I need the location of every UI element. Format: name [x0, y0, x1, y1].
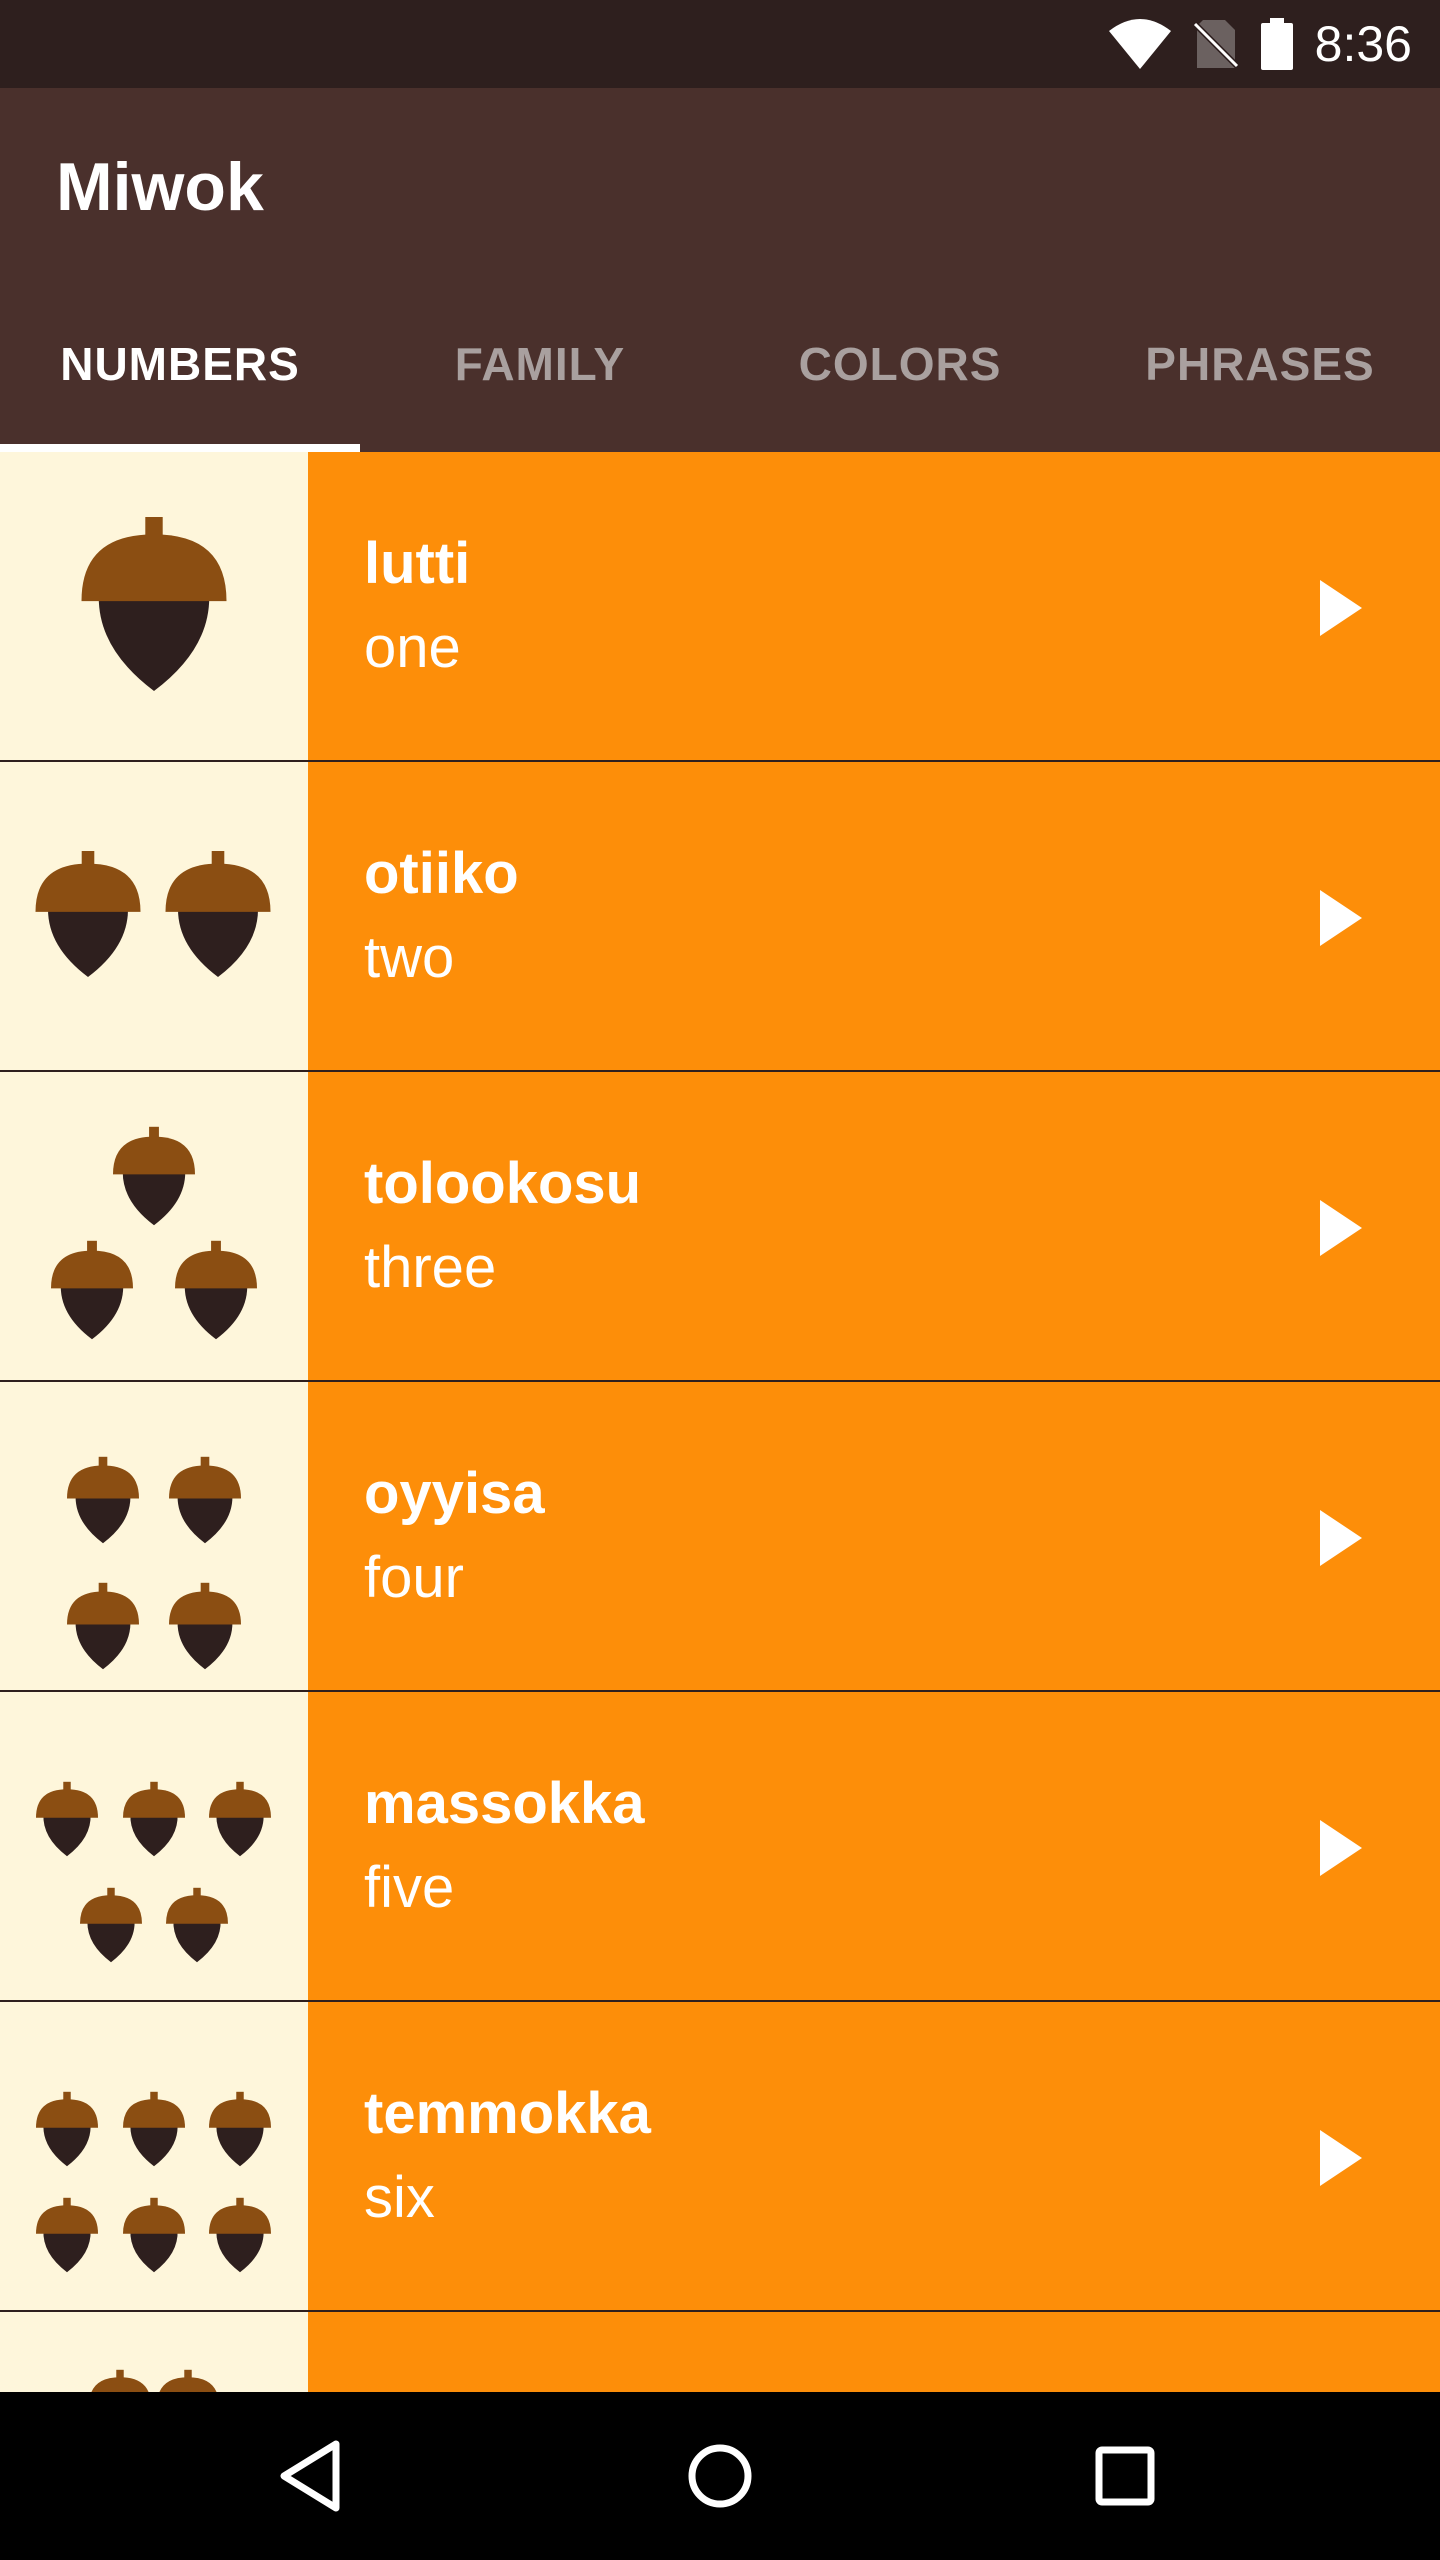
- acorn-icon: [91, 2369, 149, 2392]
- english-word: six: [364, 2165, 435, 2230]
- word-image: [0, 1382, 308, 1690]
- acorn-illustration: [36, 2091, 271, 2273]
- miwok-word: temmokka: [364, 2081, 651, 2146]
- acorn-icon: [123, 2197, 185, 2273]
- tab-phrases[interactable]: PHRASES: [1080, 276, 1440, 452]
- word-image: [0, 2312, 308, 2392]
- acorn-illustration: [51, 1126, 257, 1340]
- acorn-icon: [36, 2091, 98, 2167]
- word-image: [0, 1692, 308, 2000]
- tab-bar: NUMBERS FAMILY COLORS PHRASES: [0, 276, 1440, 452]
- acorn-icon: [80, 1887, 142, 1963]
- tab-colors[interactable]: COLORS: [720, 276, 1080, 452]
- play-icon[interactable]: [1310, 1198, 1370, 1258]
- no-sim-icon: [1192, 20, 1239, 69]
- acorn-icon: [67, 1456, 139, 1544]
- acorn-icon: [165, 851, 271, 977]
- acorn-illustration: [81, 517, 227, 691]
- acorn-icon: [35, 851, 141, 977]
- list-item[interactable]: temmokka six: [0, 2002, 1440, 2312]
- acorn-icon: [209, 1781, 271, 1857]
- play-icon[interactable]: [1310, 578, 1370, 638]
- recents-icon[interactable]: [1083, 2434, 1167, 2518]
- english-word: one: [364, 615, 461, 680]
- battery-icon: [1260, 18, 1293, 70]
- miwok-word: tolookosu: [364, 1151, 642, 1216]
- miwok-word: massokka: [364, 1771, 645, 1836]
- back-icon[interactable]: [272, 2434, 356, 2518]
- acorn-icon: [51, 1240, 133, 1340]
- list-item[interactable]: lutti one: [0, 452, 1440, 762]
- acorn-icon: [175, 1240, 257, 1340]
- acorn-icon: [209, 2197, 271, 2273]
- wifi-icon: [1108, 19, 1171, 69]
- status-clock: 8:36: [1314, 16, 1412, 72]
- english-word: four: [364, 1545, 464, 1610]
- acorn-illustration: [67, 1456, 241, 1670]
- miwok-word: otiiko: [364, 841, 519, 906]
- play-icon[interactable]: [1310, 1508, 1370, 1568]
- navigation-bar: [0, 2392, 1440, 2560]
- list-item[interactable]: [0, 2312, 1440, 2392]
- acorn-icon: [166, 1887, 228, 1963]
- list-item[interactable]: oyyisa four: [0, 1382, 1440, 1692]
- home-icon[interactable]: [678, 2434, 762, 2518]
- acorn-icon: [169, 1456, 241, 1544]
- acorn-icon: [209, 2091, 271, 2167]
- app-title: Miwok: [56, 149, 264, 225]
- english-word: five: [364, 1855, 455, 1920]
- miwok-word: lutti: [364, 531, 471, 596]
- acorn-icon: [36, 2197, 98, 2273]
- word-list[interactable]: lutti one otiiko two tolookosu three oyy…: [0, 452, 1440, 2392]
- word-image: [0, 452, 308, 760]
- acorn-icon: [159, 2369, 217, 2392]
- tab-family[interactable]: FAMILY: [360, 276, 720, 452]
- acorn-illustration: [91, 2369, 217, 2392]
- play-icon[interactable]: [1310, 888, 1370, 948]
- play-icon[interactable]: [1310, 2128, 1370, 2188]
- acorn-icon: [113, 1126, 195, 1226]
- english-word: two: [364, 925, 455, 990]
- miwok-word: oyyisa: [364, 1461, 545, 1526]
- list-item[interactable]: tolookosu three: [0, 1072, 1440, 1382]
- acorn-icon: [81, 517, 227, 691]
- tab-numbers[interactable]: NUMBERS: [0, 276, 360, 452]
- word-image: [0, 1072, 308, 1380]
- english-word: three: [364, 1235, 497, 1300]
- acorn-illustration: [36, 1781, 271, 1963]
- app-bar: Miwok NUMBERS FAMILY COLORS PHRASES: [0, 88, 1440, 452]
- list-item[interactable]: massokka five: [0, 1692, 1440, 2002]
- acorn-illustration: [35, 851, 271, 977]
- acorn-icon: [123, 2091, 185, 2167]
- acorn-icon: [169, 1582, 241, 1670]
- acorn-icon: [36, 1781, 98, 1857]
- acorn-icon: [123, 1781, 185, 1857]
- word-image: [0, 2002, 308, 2310]
- status-bar: 8:36: [0, 0, 1440, 88]
- acorn-icon: [67, 1582, 139, 1670]
- list-item[interactable]: otiiko two: [0, 762, 1440, 1072]
- word-image: [0, 762, 308, 1070]
- play-icon[interactable]: [1310, 1818, 1370, 1878]
